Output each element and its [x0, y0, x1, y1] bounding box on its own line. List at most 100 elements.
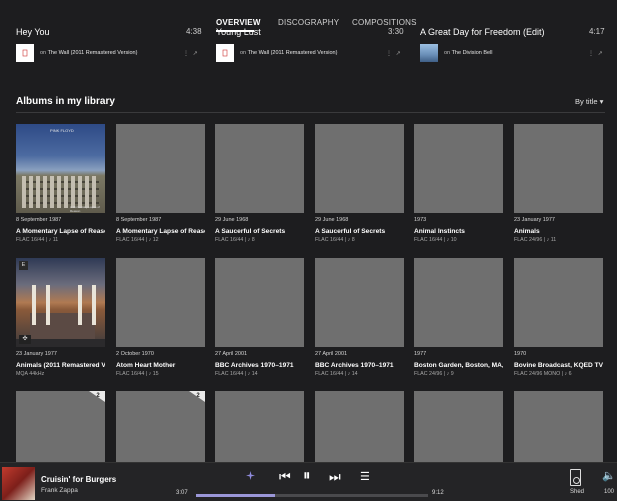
track-duration: 4:38: [186, 27, 202, 36]
track-source-prefix: on: [444, 50, 451, 56]
tab-compositions[interactable]: COMPOSITIONS: [352, 18, 417, 27]
album-date: 23 January 1977: [514, 217, 555, 223]
previous-track-icon[interactable]: ⏮: [279, 469, 291, 485]
album-cover[interactable]: [315, 124, 404, 213]
pause-icon[interactable]: ⏸: [303, 467, 311, 484]
album-cover[interactable]: E ✣: [16, 258, 105, 347]
album-title[interactable]: A Momentary Lapse of Reaso: [116, 228, 205, 235]
track-title[interactable]: Young Lust: [216, 27, 261, 37]
album-format: FLAC 16/44 | ♪ 8: [215, 237, 255, 243]
radio-sparkle-icon[interactable]: [246, 471, 255, 480]
progress-bar[interactable]: [196, 494, 428, 497]
track-title[interactable]: A Great Day for Freedom (Edit): [420, 27, 545, 37]
version-count-badge: 2: [89, 391, 105, 402]
album-title[interactable]: Bovine Broadcast, KQED TV: [514, 362, 603, 369]
total-time: 9:12: [432, 490, 444, 496]
album-cover[interactable]: [215, 258, 304, 347]
track-options-icon[interactable]: ⋮ ↗: [183, 50, 199, 57]
version-count-badge: 2: [189, 391, 205, 402]
album-format: FLAC 24/96 | ♪ 11: [514, 237, 557, 243]
album-cover[interactable]: [215, 124, 304, 213]
track-album-link[interactable]: The Division Bell: [452, 50, 493, 56]
track-duration: 3:30: [388, 27, 404, 36]
track-row[interactable]: on The Division Bell: [420, 44, 493, 62]
divider: [16, 112, 605, 113]
track-album-link[interactable]: The Wall (2011 Remastered Version): [48, 50, 138, 56]
album-title[interactable]: BBC Archives 1970–1971: [215, 362, 304, 369]
cover-art-chimney: [46, 285, 50, 325]
album-format: FLAC 24/96 | ♪ 9: [414, 371, 454, 377]
album-card[interactable]: PINK FLOYD A Momentary Lapse of Reason 8…: [16, 124, 105, 243]
album-title[interactable]: Boston Garden, Boston, MA,: [414, 362, 503, 369]
album-cover[interactable]: PINK FLOYD A Momentary Lapse of Reason: [16, 124, 105, 213]
album-card[interactable]: 23 January 1977 Animals FLAC 24/96 | ♪ 1…: [514, 124, 603, 243]
album-title[interactable]: BBC Archives 1970–1971: [315, 362, 404, 369]
progress-fill: [196, 494, 275, 497]
album-card[interactable]: 1973 Animal Instincts FLAC 16/44 | ♪ 10: [414, 124, 503, 243]
tab-discography[interactable]: DISCOGRAPHY: [278, 18, 339, 27]
album-card[interactable]: 27 April 2001 BBC Archives 1970–1971 FLA…: [215, 258, 304, 377]
volume-icon[interactable]: 🔈: [602, 469, 616, 482]
album-title[interactable]: A Momentary Lapse of Reaso: [16, 228, 105, 235]
album-card[interactable]: E ✣ 23 January 1977 Animals (2011 Remast…: [16, 258, 105, 377]
track-row[interactable]: on The Wall (2011 Remastered Version): [216, 44, 337, 62]
cover-art-building: [30, 313, 95, 341]
album-format: FLAC 16/44 | ♪ 15: [116, 371, 159, 377]
album-format: FLAC 16/44 | ♪ 14: [215, 371, 258, 377]
track-duration: 4:17: [589, 27, 605, 36]
album-date: 1970: [514, 351, 527, 357]
now-playing-art[interactable]: [2, 467, 35, 500]
sort-dropdown[interactable]: By title ▾: [575, 97, 603, 106]
album-title[interactable]: Atom Heart Mother: [116, 362, 205, 369]
album-card[interactable]: 29 June 1968 A Saucerful of Secrets FLAC…: [215, 124, 304, 243]
album-cover[interactable]: [514, 258, 603, 347]
volume-level: 100: [604, 489, 615, 495]
album-format: FLAC 16/44 | ♪ 10: [414, 237, 457, 243]
speaker-icon[interactable]: [570, 469, 581, 486]
now-playing-title[interactable]: Cruisin' for Burgers: [41, 475, 116, 484]
track-title[interactable]: Hey You: [16, 27, 50, 37]
sort-label: By title: [575, 97, 598, 106]
album-date: 8 September 1987: [116, 217, 162, 223]
album-format: FLAC 24/96 MONO | ♪ 6: [514, 371, 572, 377]
album-cover[interactable]: [116, 258, 205, 347]
album-card[interactable]: 2 October 1970 Atom Heart Mother FLAC 16…: [116, 258, 205, 377]
album-date: 1973: [414, 217, 427, 223]
album-cover[interactable]: [414, 124, 503, 213]
album-format: MQA 44kHz: [16, 371, 45, 377]
queue-icon[interactable]: ☰: [360, 470, 370, 483]
album-card[interactable]: 1977 Boston Garden, Boston, MA, FLAC 24/…: [414, 258, 503, 377]
track-album-link[interactable]: The Wall (2011 Remastered Version): [248, 50, 338, 56]
cover-logo: PINK FLOYD: [50, 128, 74, 133]
album-cover[interactable]: [414, 258, 503, 347]
now-playing-artist[interactable]: Frank Zappa: [41, 487, 78, 494]
zone-label[interactable]: Shed: [570, 489, 584, 495]
album-title[interactable]: Animals (2011 Remastered Ve: [16, 362, 105, 369]
album-card[interactable]: 29 June 1968 A Saucerful of Secrets FLAC…: [315, 124, 404, 243]
album-cover[interactable]: [116, 124, 205, 213]
album-date: 2 October 1970: [116, 351, 154, 357]
album-date: 29 June 1968: [315, 217, 349, 223]
album-card[interactable]: 1970 Bovine Broadcast, KQED TV FLAC 24/9…: [514, 258, 603, 377]
album-title[interactable]: Animals: [514, 228, 603, 235]
album-date: 27 April 2001: [215, 351, 248, 357]
tab-overview[interactable]: OVERVIEW: [216, 18, 261, 27]
album-title[interactable]: A Saucerful of Secrets: [215, 228, 304, 235]
album-card[interactable]: 27 April 2001 BBC Archives 1970–1971 FLA…: [315, 258, 404, 377]
track-options-icon[interactable]: ⋮ ↗: [588, 50, 604, 57]
cover-art-chimney: [32, 285, 36, 325]
album-date: 8 September 1987: [16, 217, 62, 223]
cover-art-beds: [22, 176, 99, 208]
explicit-badge: E: [19, 261, 28, 270]
album-thumbnail: [420, 44, 438, 62]
album-cover[interactable]: [315, 258, 404, 347]
album-title[interactable]: Animal Instincts: [414, 228, 503, 235]
album-date: 29 June 1968: [215, 217, 249, 223]
album-card[interactable]: 8 September 1987 A Momentary Lapse of Re…: [116, 124, 205, 243]
album-cover[interactable]: [514, 124, 603, 213]
album-title[interactable]: A Saucerful of Secrets: [315, 228, 404, 235]
track-source-prefix: on: [240, 50, 247, 56]
track-row[interactable]: on The Wall (2011 Remastered Version): [16, 44, 137, 62]
track-options-icon[interactable]: ⋮ ↗: [386, 50, 402, 57]
next-track-icon[interactable]: ⏭: [329, 469, 341, 485]
